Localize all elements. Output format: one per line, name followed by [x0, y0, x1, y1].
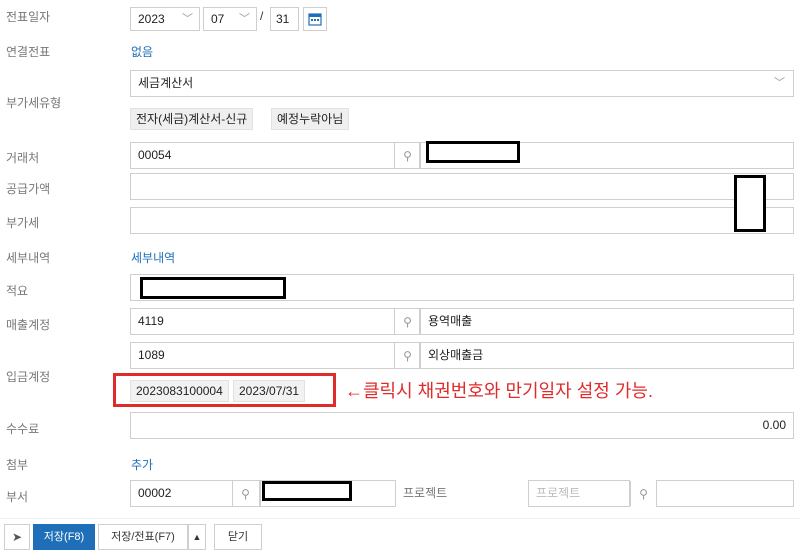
sales-account-name[interactable]: 용역매출	[420, 308, 794, 335]
annotation-text: ←클릭시 채권번호와 만기일자 설정 가능.	[345, 381, 653, 401]
label-sales-account: 매출계정	[6, 318, 51, 332]
label-attach: 첨부	[6, 458, 29, 472]
bond-number-tag[interactable]: 2023083100004	[130, 380, 229, 402]
year-select[interactable]: 2023 ﹀	[130, 7, 200, 31]
project-search-button[interactable]: ⚲	[630, 481, 656, 506]
sales-account-search-button[interactable]: ⚲	[394, 309, 420, 334]
save-voucher-button[interactable]: 저장/전표(F7)	[98, 524, 188, 550]
search-icon: ⚲	[403, 148, 412, 163]
customer-code-input[interactable]: 00054	[130, 142, 420, 169]
supply-amount-input[interactable]	[130, 173, 794, 200]
summary-redaction	[140, 277, 286, 299]
linked-value[interactable]: 없음	[131, 43, 153, 60]
deposit-account-search-button[interactable]: ⚲	[394, 343, 420, 368]
vat-type-value: 세금계산서	[138, 76, 194, 90]
calendar-button[interactable]	[303, 7, 327, 31]
search-icon: ⚲	[639, 486, 648, 501]
label-date: 전표일자	[6, 10, 51, 24]
vat-input[interactable]	[130, 207, 794, 234]
year-value: 2023	[138, 12, 165, 26]
date-sep-2: /	[260, 9, 264, 23]
caret-up-icon: ▲	[192, 532, 202, 542]
vat-tag-electronic: 전자(세금)계산서-신규	[130, 108, 254, 130]
search-icon: ⚲	[403, 314, 412, 329]
close-button[interactable]: 닫기	[214, 524, 262, 550]
search-icon: ⚲	[241, 486, 250, 501]
label-detail: 세부내역	[6, 251, 51, 265]
deposit-account-name[interactable]: 외상매출금	[420, 342, 794, 369]
dept-search-button[interactable]: ⚲	[232, 481, 258, 506]
project-code-input[interactable]: 프로젝트	[528, 480, 630, 507]
day-input[interactable]: 31	[270, 7, 299, 31]
deposit-account-code[interactable]: 1089	[130, 342, 420, 369]
footer-divider	[0, 518, 800, 519]
label-dept: 부서	[6, 490, 29, 504]
customer-name-redaction	[426, 141, 520, 163]
search-icon: ⚲	[403, 348, 412, 363]
label-linked: 연결전표	[6, 45, 51, 59]
chevron-down-icon: ﹀	[239, 13, 250, 25]
project-name-input[interactable]	[656, 480, 794, 507]
dept-name-redaction	[262, 481, 352, 501]
month-select[interactable]: 07 ﹀	[203, 7, 257, 31]
due-date-tag[interactable]: 2023/07/31	[233, 380, 306, 402]
month-value: 07	[211, 12, 225, 26]
send-icon: ➤	[11, 530, 23, 544]
label-supply-amount: 공급가액	[6, 182, 51, 196]
sales-account-code[interactable]: 4119	[130, 308, 420, 335]
save-menu-toggle[interactable]: ▲	[188, 524, 206, 550]
label-vat-type: 부가세유형	[6, 96, 62, 110]
label-customer: 거래처	[6, 151, 40, 165]
calendar-icon	[308, 13, 322, 26]
save-button[interactable]: 저장(F8)	[33, 524, 95, 550]
vat-type-select[interactable]: 세금계산서 ﹀	[130, 70, 794, 97]
label-fee: 수수료	[6, 422, 40, 436]
vat-tag-not-missing: 예정누락아님	[271, 108, 350, 130]
label-vat: 부가세	[6, 216, 40, 230]
label-project: 프로젝트	[403, 486, 448, 500]
send-button[interactable]: ➤	[4, 524, 30, 550]
amount-redaction	[734, 175, 766, 232]
attach-link[interactable]: 추가	[131, 456, 153, 473]
chevron-down-icon: ﹀	[182, 13, 193, 25]
customer-search-button[interactable]: ⚲	[394, 143, 420, 168]
label-deposit-account: 입금계정	[6, 370, 51, 384]
chevron-down-icon: ﹀	[774, 77, 785, 89]
fee-input[interactable]: 0.00	[130, 412, 794, 439]
label-summary: 적요	[6, 284, 29, 298]
detail-link[interactable]: 세부내역	[131, 249, 175, 266]
